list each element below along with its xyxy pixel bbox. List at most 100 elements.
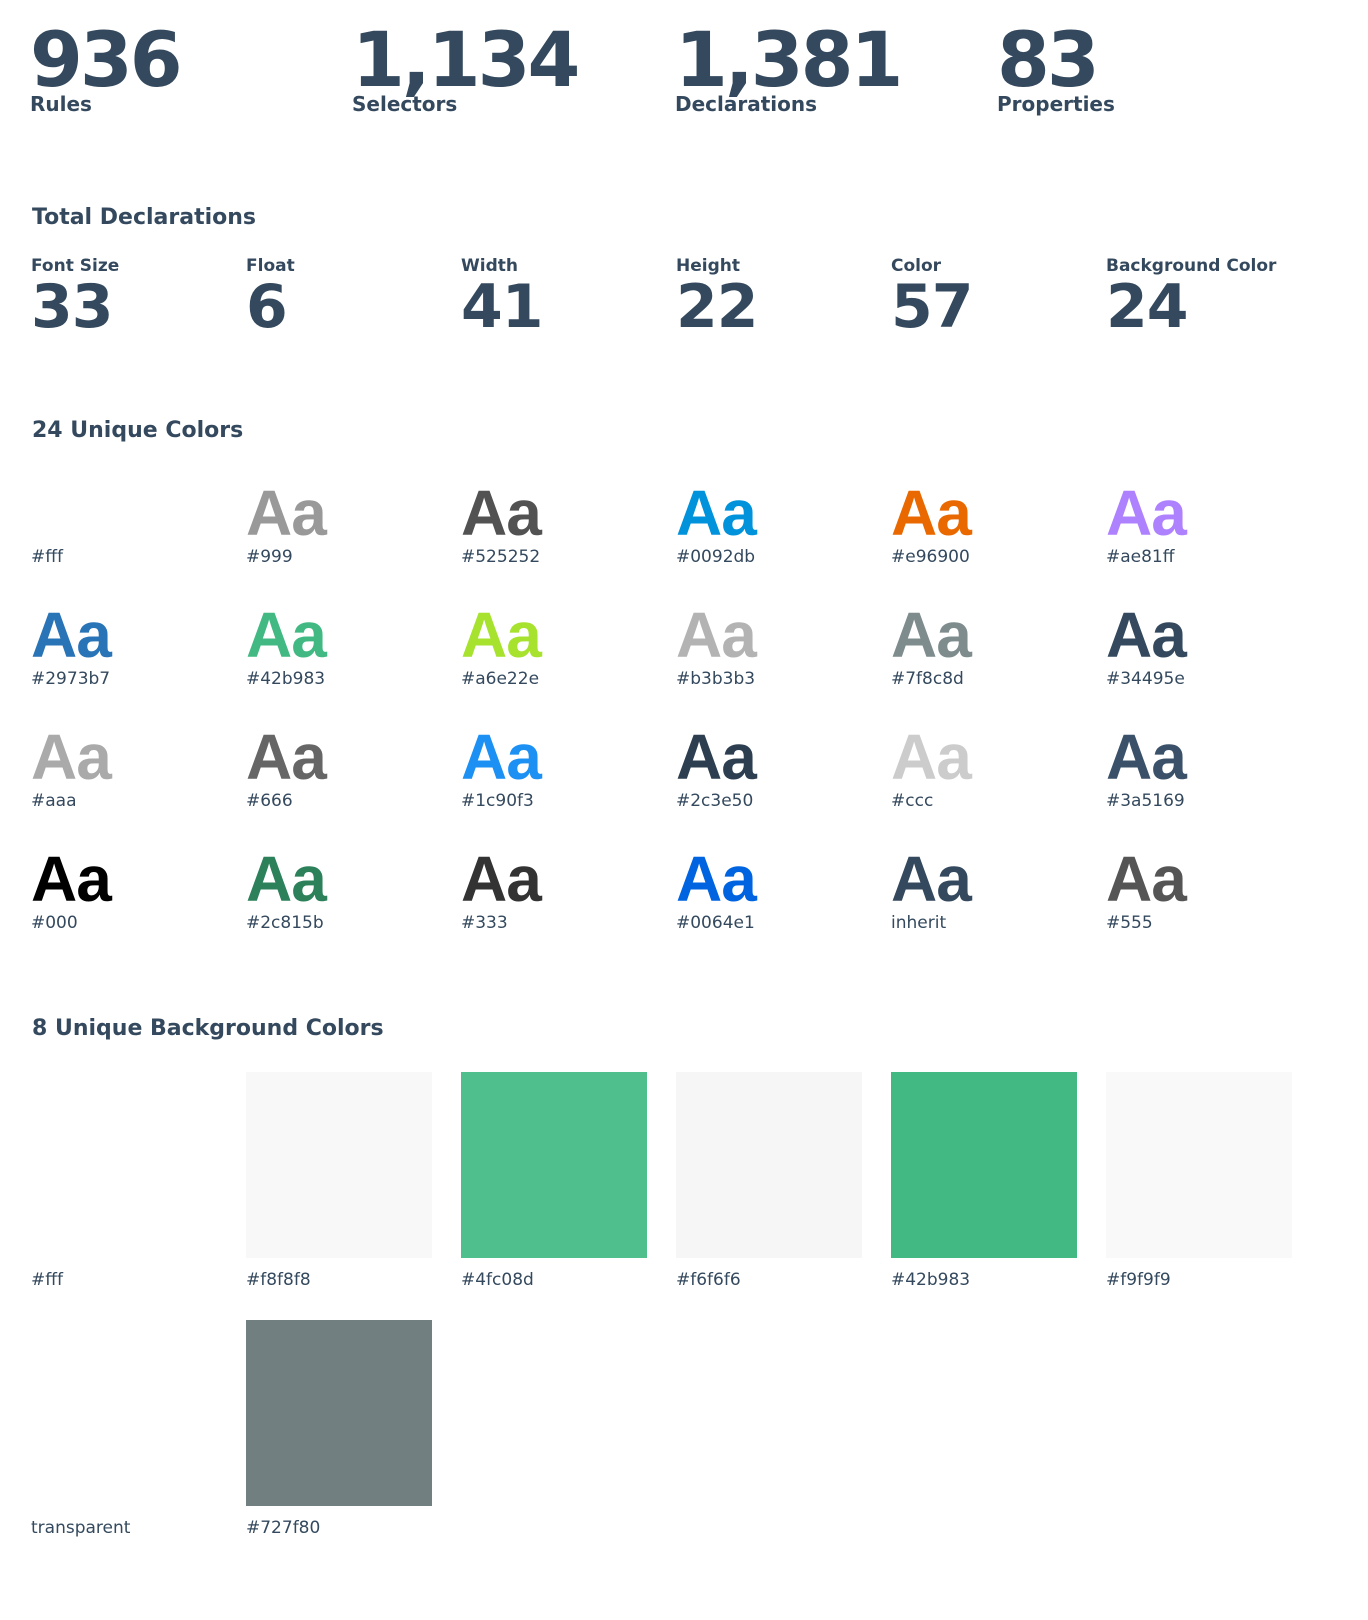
background-color-swatch xyxy=(246,1320,432,1506)
declaration-background-color: Background Color 24 xyxy=(1106,258,1276,342)
color-sample-text: Aa xyxy=(676,599,757,671)
color-item: Aa #42b983 xyxy=(246,603,446,688)
background-color-hex-label: #42b983 xyxy=(891,1270,971,1290)
color-item: Aa #ccc xyxy=(891,725,1091,810)
color-hex-label: #0064e1 xyxy=(676,913,755,933)
declaration-count: 57 xyxy=(891,272,973,342)
color-hex-label: #ae81ff xyxy=(1106,547,1175,567)
color-sample-text: Aa xyxy=(461,477,542,549)
declaration-float: Float 6 xyxy=(246,258,295,342)
color-sample-text: Aa xyxy=(461,599,542,671)
color-hex-label: #34495e xyxy=(1106,669,1185,689)
color-sample-text: Aa xyxy=(676,843,757,915)
color-sample-text: Aa xyxy=(246,721,327,793)
color-sample-text: Aa xyxy=(1106,843,1187,915)
color-hex-label: #555 xyxy=(1106,913,1153,933)
declaration-count: 6 xyxy=(246,272,288,342)
color-hex-label: #2973b7 xyxy=(31,669,111,689)
background-color-item: #fff xyxy=(31,1072,217,1289)
background-color-hex-label: #4fc08d xyxy=(461,1270,534,1290)
color-hex-label: #a6e22e xyxy=(461,669,540,689)
color-item: Aa #1c90f3 xyxy=(461,725,661,810)
color-sample-text: Aa xyxy=(891,599,972,671)
color-sample-text: Aa xyxy=(676,477,757,549)
background-color-item: #f8f8f8 xyxy=(246,1072,432,1289)
stat-value: 936 xyxy=(30,15,183,104)
background-color-swatch xyxy=(31,1320,217,1506)
declaration-count: 41 xyxy=(461,272,543,342)
background-color-item: #f9f9f9 xyxy=(1106,1072,1292,1289)
stat-label: Properties xyxy=(997,92,1115,116)
color-sample-text: Aa xyxy=(31,477,112,549)
color-item: Aa #666 xyxy=(246,725,446,810)
color-hex-label: #0092db xyxy=(676,547,756,567)
background-color-hex-label: #fff xyxy=(31,1270,63,1290)
color-sample-text: Aa xyxy=(891,477,972,549)
color-item: Aa inherit xyxy=(891,847,1091,932)
stat-selectors: 1,134 Selectors xyxy=(352,22,580,115)
color-item: Aa #b3b3b3 xyxy=(676,603,876,688)
stat-properties: 83 Properties xyxy=(997,15,1115,116)
color-sample-text: Aa xyxy=(891,721,972,793)
color-item: Aa #000 xyxy=(31,847,231,932)
css-stats-page: 936 Rules 1,134 Selectors 1,381 Declarat… xyxy=(0,0,1368,1620)
color-hex-label: inherit xyxy=(891,913,947,933)
color-item: Aa #e96900 xyxy=(891,481,1091,566)
color-hex-label: #525252 xyxy=(461,547,541,567)
background-color-hex-label: #f6f6f6 xyxy=(676,1270,741,1290)
color-hex-label: #666 xyxy=(246,791,293,811)
background-color-swatch xyxy=(246,1072,432,1258)
color-sample-text: Aa xyxy=(461,843,542,915)
color-item: Aa #0092db xyxy=(676,481,876,566)
color-sample-text: Aa xyxy=(1106,599,1187,671)
declaration-color: Color 57 xyxy=(891,258,973,342)
color-sample-text: Aa xyxy=(246,599,327,671)
declaration-width: Width 41 xyxy=(461,258,543,342)
background-color-item: transparent xyxy=(31,1320,217,1537)
background-color-item: #727f80 xyxy=(246,1320,432,1537)
color-item: Aa #ae81ff xyxy=(1106,481,1306,566)
color-item: Aa #7f8c8d xyxy=(891,603,1091,688)
color-item: Aa #2973b7 xyxy=(31,603,231,688)
color-item: Aa #2c3e50 xyxy=(676,725,876,810)
declaration-count: 24 xyxy=(1106,272,1189,342)
color-hex-label: #1c90f3 xyxy=(461,791,534,811)
color-sample-text: Aa xyxy=(1106,721,1187,793)
color-sample-text: Aa xyxy=(1106,477,1187,549)
color-item: Aa #525252 xyxy=(461,481,661,566)
background-color-hex-label: #f8f8f8 xyxy=(246,1270,311,1290)
color-item: Aa #0064e1 xyxy=(676,847,876,932)
total-declarations-heading: Total Declarations xyxy=(32,205,256,230)
color-item: Aa #34495e xyxy=(1106,603,1306,688)
color-item: Aa #2c815b xyxy=(246,847,446,932)
background-color-hex-label: transparent xyxy=(31,1518,131,1538)
color-hex-label: #fff xyxy=(31,547,63,567)
background-color-swatch xyxy=(461,1072,647,1258)
color-item: Aa #555 xyxy=(1106,847,1306,932)
color-hex-label: #000 xyxy=(31,913,78,933)
color-hex-label: #7f8c8d xyxy=(891,669,964,689)
declaration-count: 33 xyxy=(31,272,114,342)
color-item: Aa #a6e22e xyxy=(461,603,661,688)
color-sample-text: Aa xyxy=(246,477,327,549)
stat-value: 83 xyxy=(997,15,1100,104)
color-hex-label: #e96900 xyxy=(891,547,970,567)
declaration-height: Height 22 xyxy=(676,258,758,342)
color-hex-label: #42b983 xyxy=(246,669,326,689)
color-item: Aa #333 xyxy=(461,847,661,932)
color-sample-text: Aa xyxy=(461,721,542,793)
color-item: Aa #aaa xyxy=(31,725,231,810)
declaration-count: 22 xyxy=(676,272,758,342)
background-color-hex-label: #f9f9f9 xyxy=(1106,1270,1171,1290)
color-hex-label: #2c3e50 xyxy=(676,791,754,811)
color-hex-label: #2c815b xyxy=(246,913,324,933)
declaration-font-size: Font Size 33 xyxy=(31,258,119,342)
color-sample-text: Aa xyxy=(31,843,112,915)
color-sample-text: Aa xyxy=(31,599,112,671)
stat-value: 1,381 xyxy=(675,15,903,104)
color-hex-label: #b3b3b3 xyxy=(676,669,756,689)
color-item: Aa #999 xyxy=(246,481,446,566)
color-hex-label: #ccc xyxy=(891,791,934,811)
background-color-item: #42b983 xyxy=(891,1072,1077,1289)
background-color-swatch xyxy=(676,1072,862,1258)
